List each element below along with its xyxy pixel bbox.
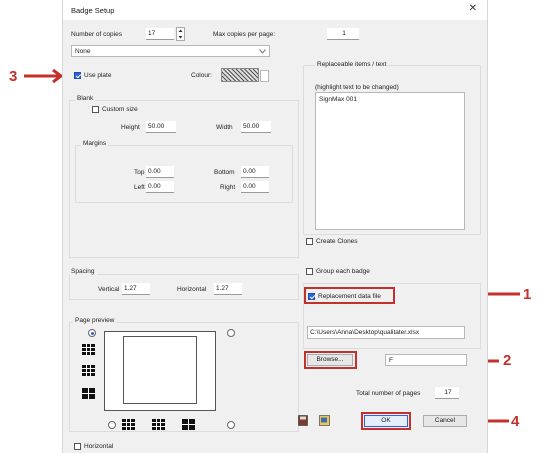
left-label: Left xyxy=(134,184,145,191)
annotation-1: 1 xyxy=(523,286,532,303)
window-title: Badge Setup xyxy=(71,6,115,15)
block-layout-icon[interactable] xyxy=(182,419,195,430)
annotation-4: 4 xyxy=(511,413,520,430)
highlight-ok xyxy=(361,412,411,430)
highlight-browse xyxy=(304,351,357,369)
replaceable-text-box[interactable]: SignMax 001 xyxy=(315,92,465,230)
layout-radio-top-left[interactable] xyxy=(88,329,96,337)
plate-select[interactable]: None xyxy=(71,45,270,57)
block-layout-icon[interactable] xyxy=(82,388,95,399)
total-pages-label: Total number of pages xyxy=(356,390,421,397)
page-preview-canvas xyxy=(104,331,216,411)
horizontal-spacing-label: Horizontal xyxy=(177,286,207,293)
left-input[interactable]: 0.00 xyxy=(146,181,174,193)
max-copies-label: Max copies per page: xyxy=(213,31,276,38)
file-path-value: C:\Users\Anna\Desktop\qualitater.xlsx xyxy=(310,329,420,336)
vertical-label: Vertical xyxy=(98,286,120,293)
copies-stepper[interactable] xyxy=(176,27,185,41)
cancel-button[interactable]: Cancel xyxy=(423,415,467,427)
grid-layout-icon[interactable] xyxy=(152,419,165,430)
horizontal-check-label: Horizontal xyxy=(84,443,114,450)
vertical-input[interactable]: 1.27 xyxy=(122,283,150,295)
replaceable-group-label: Replaceable items / text xyxy=(315,61,389,68)
use-plate-label: Use plate xyxy=(84,72,112,79)
width-label: Width xyxy=(216,124,233,131)
badge-setup-dialog: Badge Setup ✕ Number of copies 17 Max co… xyxy=(62,0,488,453)
replaceable-hint: (highlight text to be changed) xyxy=(315,84,399,91)
blank-group-label: Blank xyxy=(75,95,96,102)
horizontal-checkbox[interactable] xyxy=(74,443,81,450)
replaceable-item[interactable]: SignMax 001 xyxy=(319,96,357,103)
top-label: Top xyxy=(134,169,145,176)
colour-swatch[interactable] xyxy=(221,68,259,82)
spacing-group-label: Spacing xyxy=(69,268,97,275)
open-icon[interactable] xyxy=(319,414,330,426)
layout-radio-top-right[interactable] xyxy=(227,329,235,337)
layout-radio-bottom-right[interactable] xyxy=(227,421,235,429)
layout-radio-bottom-left[interactable] xyxy=(108,421,116,429)
copies-input[interactable]: 17 xyxy=(146,28,174,40)
annotation-3: 3 xyxy=(9,68,18,85)
grid-layout-icon[interactable] xyxy=(82,344,95,355)
create-clones-checkbox[interactable] xyxy=(306,238,313,245)
total-pages-value: 17 xyxy=(435,387,459,399)
grid-layout-icon[interactable] xyxy=(122,419,135,430)
height-label: Height xyxy=(121,124,140,131)
close-icon[interactable]: ✕ xyxy=(469,3,477,14)
title-bar: Badge Setup ✕ xyxy=(63,0,487,20)
custom-size-checkbox[interactable] xyxy=(92,106,99,113)
colour-picker-button[interactable] xyxy=(260,70,269,82)
right-input[interactable]: 0.00 xyxy=(241,181,269,193)
preview-badge xyxy=(123,336,197,404)
browse-aux-field[interactable]: F xyxy=(385,354,467,366)
bottom-input[interactable]: 0.00 xyxy=(241,166,269,178)
use-plate-checkbox[interactable] xyxy=(74,72,81,79)
custom-size-label: Custom size xyxy=(102,106,138,113)
margins-group-label: Margins xyxy=(81,140,109,147)
stepper-arrows-icon xyxy=(178,29,183,39)
browse-aux-value: F xyxy=(389,357,393,364)
annotation-2: 2 xyxy=(503,352,512,369)
copies-label: Number of copies xyxy=(71,31,122,38)
create-clones-label: Create Clones xyxy=(316,238,358,245)
page-preview-label: Page preview xyxy=(73,317,117,324)
colour-label: Colour: xyxy=(191,72,212,79)
save-icon[interactable] xyxy=(298,415,308,426)
horizontal-spacing-input[interactable]: 1.27 xyxy=(214,283,242,295)
width-input[interactable]: 50.00 xyxy=(241,121,271,133)
grid-layout-icon[interactable] xyxy=(82,365,95,376)
highlight-replacement-data-file xyxy=(304,287,395,304)
bottom-label: Bottom xyxy=(214,169,235,176)
right-label: Right xyxy=(220,184,236,191)
plate-select-value: None xyxy=(75,48,91,55)
height-input[interactable]: 50.00 xyxy=(146,121,176,133)
group-each-badge-checkbox[interactable] xyxy=(306,268,313,275)
top-input[interactable]: 0.00 xyxy=(146,166,174,178)
chevron-down-icon xyxy=(259,49,266,54)
file-path-field[interactable]: C:\Users\Anna\Desktop\qualitater.xlsx xyxy=(307,326,465,339)
group-each-badge-label: Group each badge xyxy=(316,268,370,275)
max-copies-input[interactable]: 1 xyxy=(327,28,359,40)
